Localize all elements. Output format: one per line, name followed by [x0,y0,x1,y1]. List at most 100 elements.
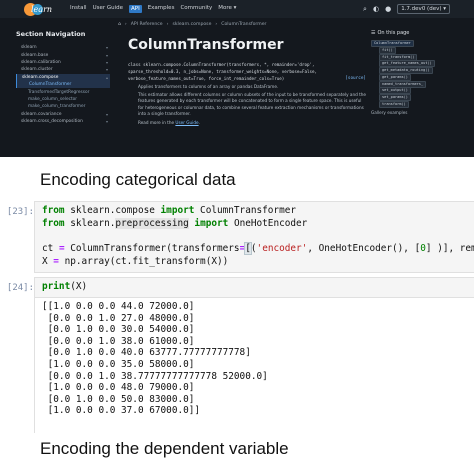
keyword: print [42,281,71,292]
toc-item-label: transform() [379,101,409,109]
sidebar-item-transformedtargetregressor[interactable]: TransformedTargetRegressor [16,88,110,95]
code-line: ct = ColumnTransformer(transformers=[('e… [42,242,474,256]
string-literal: 'encoder' [256,243,308,255]
sidebar-item-label: sklearn.cross_decomposition [21,119,83,125]
nav-install[interactable]: Install [70,5,87,13]
theme-toggle-icon[interactable]: ◐ [373,5,379,13]
sidebar-item-label: make_column_selector [28,96,78,102]
cell-output-24: [[1.0 0.0 0.0 44.0 72000.0] [0.0 0.0 1.0… [34,298,474,433]
output-line: [1.0 0.0 0.0 37.0 67000.0]] [42,405,201,417]
nav-api[interactable]: API [129,5,142,13]
number-literal: 0 [420,243,426,255]
chevron-down-icon[interactable]: ▾ [106,119,110,124]
sidebar-item-label: TransformedTargetRegressor [28,89,90,95]
breadcrumb-compose[interactable]: sklearn.compose [172,22,211,27]
sidebar-item-make-column-transformer[interactable]: make_column_transformer [16,103,110,110]
breadcrumb-separator: › [124,22,127,27]
breadcrumb: ⌂ › API Reference › sklearn.compose › Co… [118,22,368,27]
breadcrumb-current: ColumnTransformer [221,22,267,27]
keyword: import [160,205,195,216]
sidebar-item-base[interactable]: sklearn.base ▾ [16,51,110,58]
output-line: [1.0 0.0 0.0 48.0 79000.0] [42,382,195,394]
output-line: [1.0 0.0 0.0 35.0 58000.0] [42,358,195,370]
sidebar-item-label: sklearn.base [21,52,49,58]
nav-community[interactable]: Community [180,5,212,13]
sidebar-item-columntransformer[interactable]: ColumnTransformer [16,80,110,89]
sidebar-item-cluster[interactable]: sklearn.cluster ▾ [16,66,110,73]
toc-item-label: get_params() [379,73,411,81]
github-icon[interactable]: ● [385,5,391,13]
sidebar-item-cross-decomposition[interactable]: sklearn.cross_decomposition ▾ [16,118,110,125]
description-paragraph: Applies transformers to columns of an ar… [138,83,279,89]
chevron-down-icon[interactable]: ▾ [106,45,110,50]
doc-page: Section Navigation sklearn ▾ sklearn.base… [0,18,474,157]
toc-item-transform[interactable]: transform() [371,101,461,109]
code-cell-23[interactable]: from sklearn.compose import ColumnTransf… [34,201,474,273]
heading-encoding-dependent: Encoding the dependent variable [40,439,289,458]
scikit-learn-logo[interactable]: learn [24,1,62,17]
page-title: ColumnTransformer [128,37,284,53]
description-paragraph: This estimator allows different columns … [138,92,366,117]
output-text: [[1.0 0.0 0.0 44.0 72000.0] [0.0 0.0 1.0… [35,298,474,417]
sidebar-item-label: sklearn.calibration [21,59,61,65]
sidebar-item-covariance[interactable]: sklearn.covariance ▾ [16,111,110,118]
sidebar-title: Section Navigation [16,30,86,38]
sidebar-item-make-column-selector[interactable]: make_column_selector [16,96,110,103]
sidebar-item-sklearn[interactable]: sklearn ▾ [16,44,110,51]
chevron-down-icon[interactable]: ▾ [106,60,110,65]
search-icon[interactable]: ⌕ [363,5,367,14]
keyword: from [42,217,65,229]
breadcrumb-api-reference[interactable]: API Reference [131,22,163,27]
read-more-prefix: Read more in the [138,119,176,125]
nav-more[interactable]: More ▾ [218,5,236,13]
code-line: from sklearn.compose import ColumnTransf… [42,205,297,216]
output-line: [0.0 1.0 0.0 30.0 54000.0] [42,324,195,336]
code-line: from sklearn.preprocessing import OneHot… [42,217,308,229]
sidebar-item-label: sklearn [21,45,37,51]
home-icon[interactable]: ⌂ [118,22,121,27]
output-line: [0.0 0.0 1.0 27.0 48000.0] [42,312,195,324]
toc-item-fit[interactable]: fit() [371,46,461,54]
chevron-down-icon[interactable]: ▾ [106,67,110,72]
toc-item-label: ColumnTransformer [371,39,414,47]
nav-items: Install User Guide API Examples Communit… [70,5,242,13]
output-line: [[1.0 0.0 0.0 44.0 72000.0] [42,301,195,312]
sidebar-item-label: ColumnTransformer [29,82,72,88]
toc-gallery-examples[interactable]: Gallery examples [371,110,461,115]
toc-item-columntransformer[interactable]: ColumnTransformer [371,39,461,47]
source-link[interactable]: [source] [345,75,366,82]
sidebar-item-label: make_column_transformer [28,104,86,110]
sidebar-item-compose[interactable]: sklearn.compose ▴ [16,73,110,81]
class-description: Applies transformers to columns of an ar… [138,84,368,126]
version-switcher[interactable]: 1.7.dev0 (dev) ▾ [397,4,450,14]
output-line: [0.0 0.0 1.0 38.77777777777778 52000.0] [42,370,268,382]
cell-prompt-24: [24]: [6,283,34,293]
operator: = [58,243,65,255]
chevron-up-icon[interactable]: ▴ [106,75,110,80]
class-signature: class sklearn.compose.ColumnTransformer(… [128,61,368,83]
nav-user-guide[interactable]: User Guide [93,5,123,13]
chevron-down-icon: ▾ [233,5,237,11]
sidebar-item-label: sklearn.covariance [21,111,62,117]
highlighted-token: preprocessing [115,217,189,229]
sidebar-item-calibration[interactable]: sklearn.calibration ▾ [16,59,110,66]
user-guide-link[interactable]: User Guide [175,120,198,125]
sidebar-item-label: sklearn.cluster [21,67,53,73]
signature-line: class sklearn.compose.ColumnTransformer(… [128,62,315,67]
signature-line: verbose_feature_names_out=True, force_in… [128,76,285,82]
toc-item-get-params[interactable]: get_params() [371,73,461,81]
toc-item-get-metadata-routing[interactable]: get_metadata_routing() [371,67,461,75]
heading-encoding-categorical: Encoding categorical data [40,170,236,189]
keyword: import [194,217,229,229]
nav-examples[interactable]: Examples [148,5,175,13]
code-line: print(X) [42,281,88,292]
output-line: [0.0 0.0 1.0 38.0 61000.0] [42,335,195,347]
logo-text: learn [31,4,53,14]
code-cell-24[interactable]: print(X) [34,277,474,298]
output-line: [0.0 1.0 0.0 50.0 83000.0] [42,393,195,405]
version-label: 1.7.dev0 (dev) [401,6,442,12]
chevron-down-icon[interactable]: ▾ [106,112,110,117]
toc-title-label: On this page [377,30,410,36]
chevron-down-icon[interactable]: ▾ [106,53,110,58]
